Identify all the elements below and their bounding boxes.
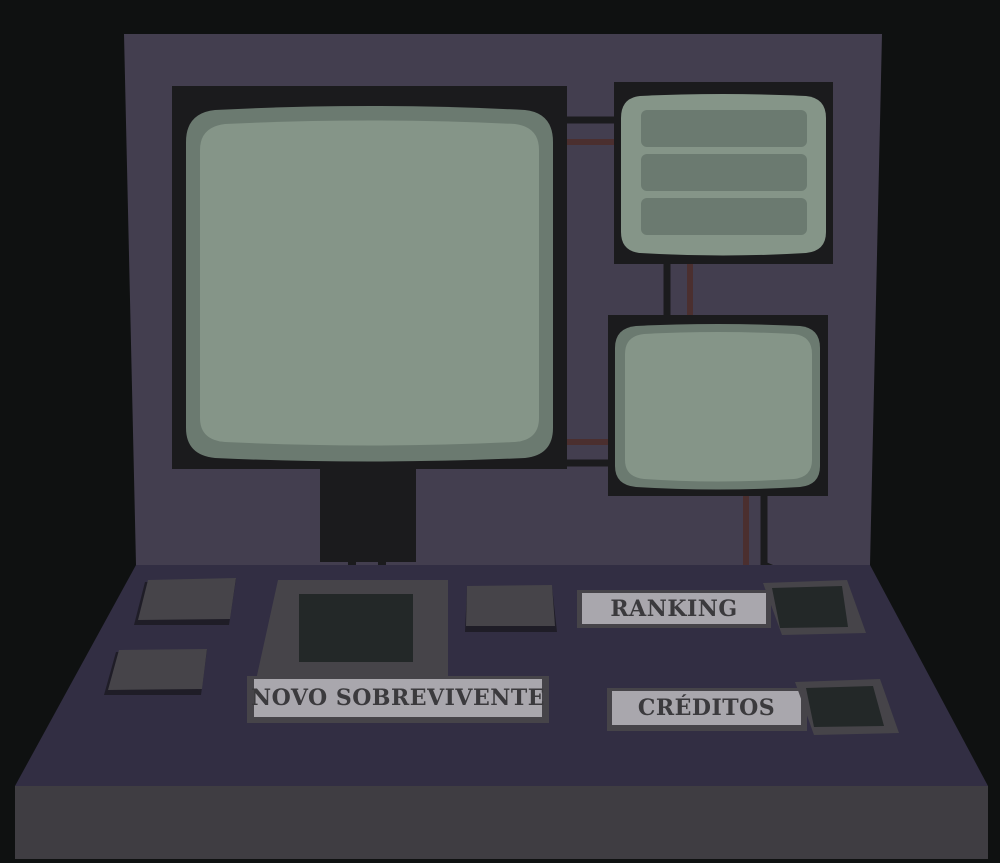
control-desk-scene: NOVO SOBREVIVENTE RANKING CRÉDITOS xyxy=(0,0,1000,859)
main-screen xyxy=(200,120,539,446)
screen-bar-1 xyxy=(641,110,807,147)
credits-button[interactable]: CRÉDITOS xyxy=(612,691,801,725)
desk-front xyxy=(15,786,988,859)
center-console xyxy=(256,580,448,680)
new-survivor-label: NOVO SOBREVIVENTE xyxy=(250,685,546,711)
ranking-push-button[interactable] xyxy=(772,586,848,628)
console-screen xyxy=(299,594,413,662)
top-right-monitor xyxy=(614,82,833,264)
screen-bar-3 xyxy=(641,198,807,235)
bottom-right-screen xyxy=(625,332,812,482)
bottom-right-monitor xyxy=(608,315,828,496)
screen-bar-2 xyxy=(641,154,807,191)
main-monitor-stand xyxy=(320,468,416,562)
new-survivor-button[interactable]: NOVO SOBREVIVENTE xyxy=(250,679,546,717)
control-desk-drawing xyxy=(0,0,1000,859)
ranking-button[interactable]: RANKING xyxy=(582,593,766,624)
ranking-label: RANKING xyxy=(610,595,738,622)
credits-label: CRÉDITOS xyxy=(637,695,776,721)
credits-push-button[interactable] xyxy=(806,686,884,727)
